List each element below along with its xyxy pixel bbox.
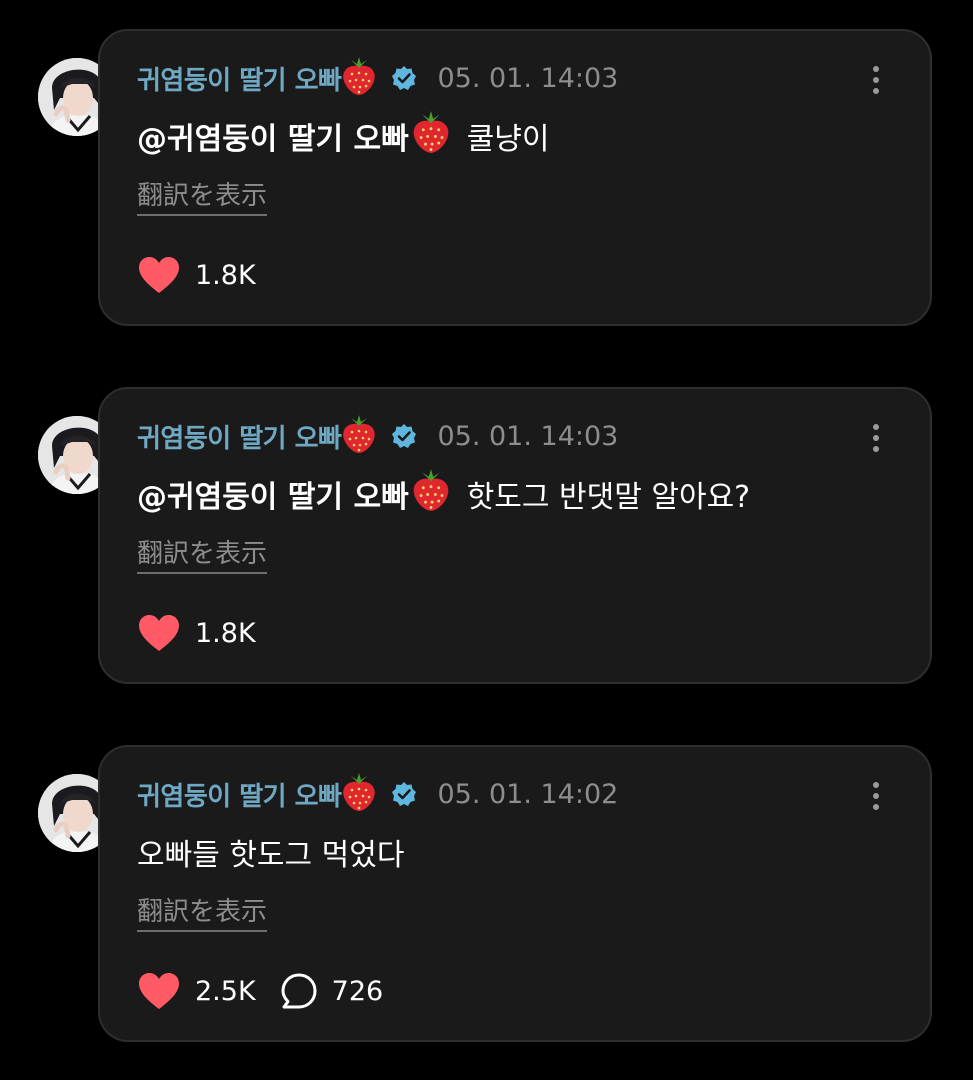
author-name[interactable]: 귀염둥이 딸기 오빠 xyxy=(137,418,342,455)
strawberry-icon xyxy=(411,468,451,520)
post-card: 귀염둥이 딸기 오빠 05. 01. 14:03 xyxy=(0,358,973,684)
translate-link[interactable]: 翻訳を表示 xyxy=(137,175,268,216)
reply-button[interactable]: 726 xyxy=(256,972,384,1010)
heart-icon xyxy=(139,973,179,1009)
post-text: @귀염둥이 딸기 오빠 쿨냥이 xyxy=(137,111,550,161)
verified-badge-icon xyxy=(391,423,417,449)
verified-badge-icon xyxy=(391,65,417,91)
strawberry-icon xyxy=(341,414,377,458)
post-header: 귀염둥이 딸기 오빠 05. 01. 14:02 xyxy=(137,772,619,816)
strawberry-icon xyxy=(411,110,451,162)
comment-bubble-icon xyxy=(281,973,317,1009)
mention-text: @귀염둥이 딸기 오빠 xyxy=(137,122,409,157)
timestamp: 05. 01. 14:02 xyxy=(437,778,619,810)
strawberry-icon xyxy=(341,772,377,816)
translate-link[interactable]: 翻訳を表示 xyxy=(137,891,268,932)
mention-link[interactable]: @귀염둥이 딸기 오빠 xyxy=(137,468,451,520)
reply-count: 726 xyxy=(331,975,384,1007)
translate-link[interactable]: 翻訳を表示 xyxy=(137,533,268,574)
timestamp: 05. 01. 14:03 xyxy=(437,62,619,94)
more-vertical-icon[interactable] xyxy=(870,65,882,95)
post-card: 귀염둥이 딸기 오빠 05. 01. 14:02 오빠들 핫도그 먹었다 翻訳を… xyxy=(0,716,973,1042)
post-bubble: 귀염둥이 딸기 오빠 05. 01. 14:02 오빠들 핫도그 먹었다 翻訳を… xyxy=(98,745,932,1042)
like-count: 1.8K xyxy=(195,259,256,291)
post-text: 오빠들 핫도그 먹었다 xyxy=(137,827,404,877)
like-count: 1.8K xyxy=(195,617,256,649)
post-header: 귀염둥이 딸기 오빠 05. 01. 14:03 xyxy=(137,56,619,100)
post-actions: 1.8K xyxy=(137,611,256,655)
post-actions: 1.8K xyxy=(137,253,256,297)
post-bubble: 귀염둥이 딸기 오빠 05. 01. 14:03 xyxy=(98,29,932,326)
verified-badge-icon xyxy=(391,781,417,807)
more-vertical-icon[interactable] xyxy=(870,423,882,453)
like-button[interactable]: 1.8K xyxy=(137,613,256,653)
message-text: 쿨냥이 xyxy=(466,122,550,157)
post-card: 귀염둥이 딸기 오빠 05. 01. 14:03 xyxy=(0,0,973,326)
post-header: 귀염둥이 딸기 오빠 05. 01. 14:03 xyxy=(137,414,619,458)
author-name[interactable]: 귀염둥이 딸기 오빠 xyxy=(137,60,342,97)
strawberry-icon xyxy=(341,56,377,100)
mention-link[interactable]: @귀염둥이 딸기 오빠 xyxy=(137,110,451,162)
author-name[interactable]: 귀염둥이 딸기 오빠 xyxy=(137,776,342,813)
message-text: 오빠들 핫도그 먹었다 xyxy=(137,838,405,873)
post-bubble: 귀염둥이 딸기 오빠 05. 01. 14:03 xyxy=(98,387,932,684)
message-text: 핫도그 반댓말 알아요? xyxy=(466,480,751,515)
heart-icon xyxy=(139,257,179,293)
heart-icon xyxy=(139,615,179,651)
like-count: 2.5K xyxy=(195,975,256,1007)
post-text: @귀염둥이 딸기 오빠 핫도그 반댓말 알아요? xyxy=(137,469,750,519)
like-button[interactable]: 1.8K xyxy=(137,255,256,295)
more-vertical-icon[interactable] xyxy=(870,781,882,811)
like-button[interactable]: 2.5K xyxy=(137,971,256,1011)
timestamp: 05. 01. 14:03 xyxy=(437,420,619,452)
mention-text: @귀염둥이 딸기 오빠 xyxy=(137,480,409,515)
post-actions: 2.5K 726 xyxy=(137,969,383,1013)
